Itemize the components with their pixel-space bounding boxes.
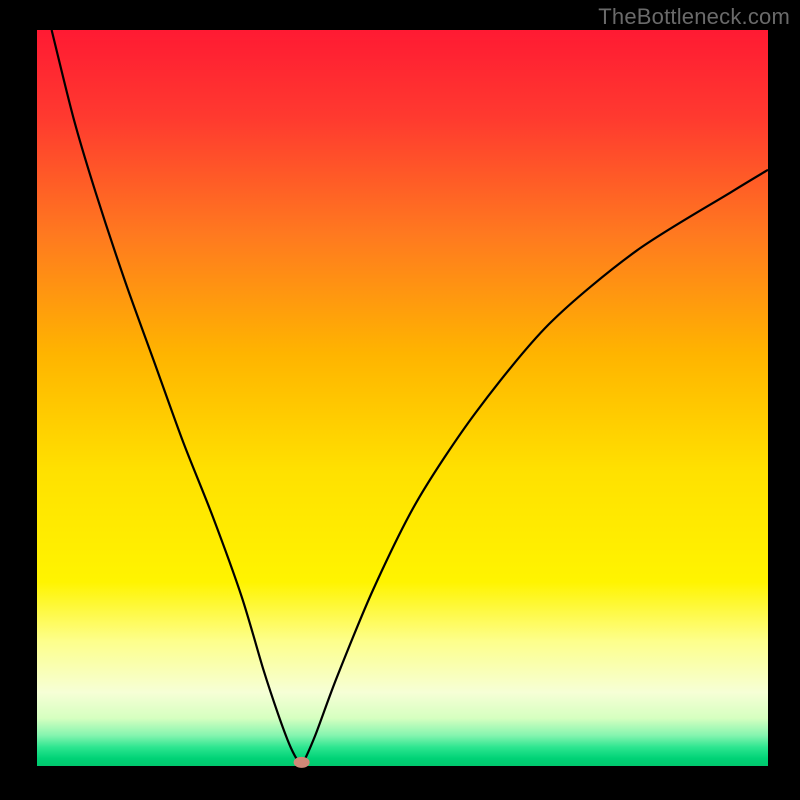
- optimal-point-marker: [294, 757, 310, 768]
- bottleneck-chart: [0, 0, 800, 800]
- watermark-text: TheBottleneck.com: [598, 4, 790, 30]
- plot-background: [37, 30, 768, 766]
- chart-frame: TheBottleneck.com: [0, 0, 800, 800]
